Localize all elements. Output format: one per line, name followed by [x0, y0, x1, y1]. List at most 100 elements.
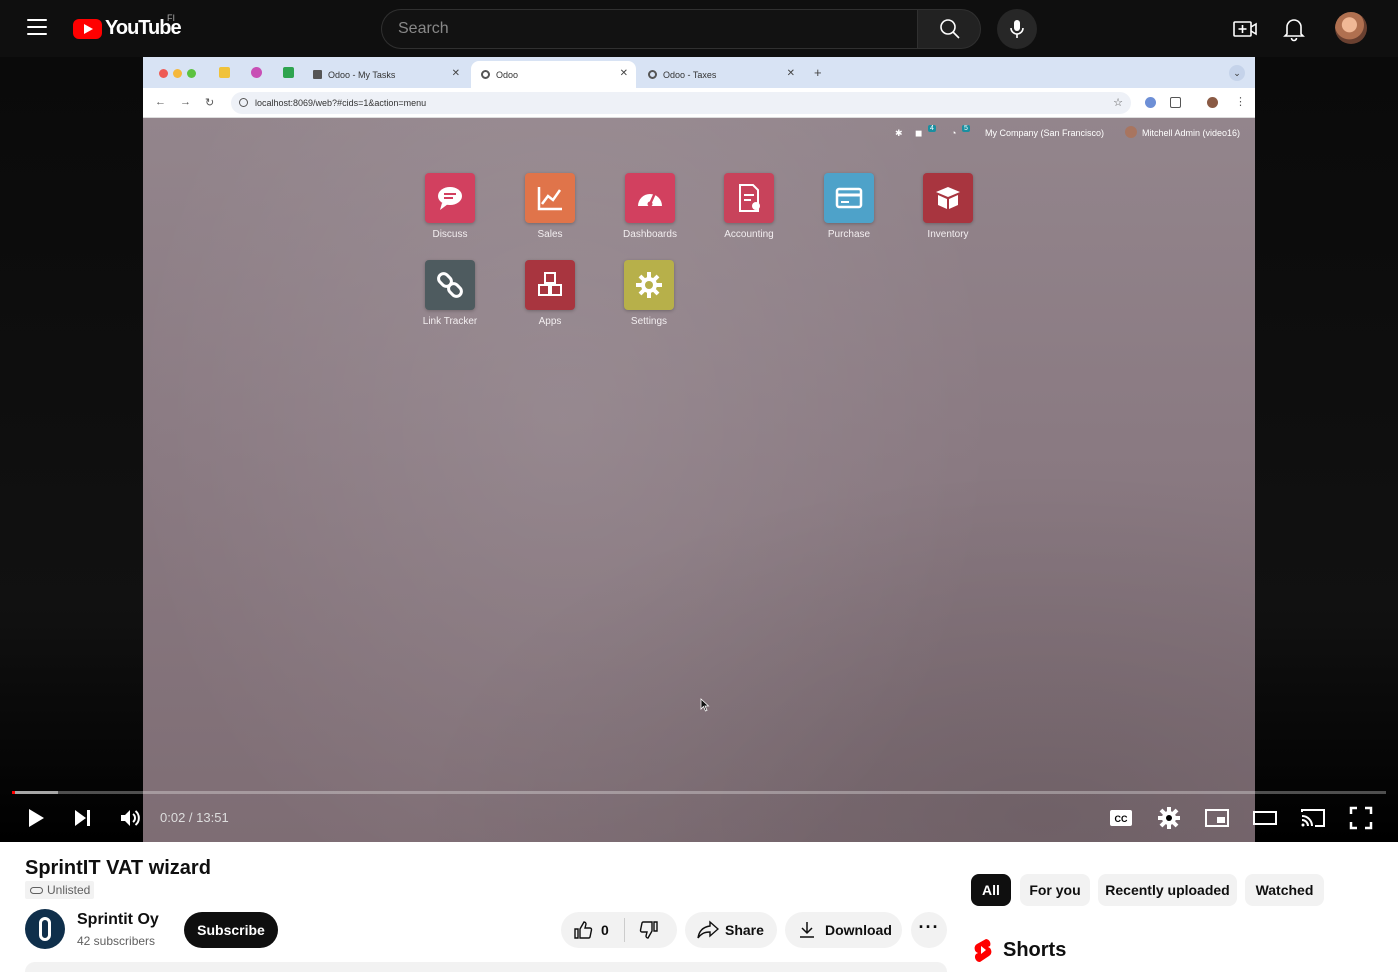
share-label: Share — [725, 922, 764, 938]
shorts-shelf-header: Shorts — [973, 938, 1066, 962]
zoom-window-dot — [187, 69, 196, 78]
app-tile — [724, 173, 774, 223]
play-button[interactable] — [17, 802, 53, 834]
tab-favicon-icon — [313, 70, 322, 79]
app-tile — [923, 173, 973, 223]
search-icon — [940, 19, 960, 39]
tab-favicon-icon — [648, 70, 657, 79]
more-horizontal-icon: ··· — [918, 916, 940, 937]
search-button[interactable] — [917, 9, 981, 49]
card-icon — [835, 187, 863, 209]
close-window-dot — [159, 69, 168, 78]
fullscreen-icon — [1349, 806, 1373, 830]
tab-search-chevron-icon: ⌄ — [1229, 65, 1245, 81]
share-button[interactable]: Share — [685, 912, 777, 948]
app-tile — [425, 173, 475, 223]
profile-icon — [1207, 97, 1218, 108]
browser-tab-strip: Odoo - My Tasks ✕ Odoo ✕ Odoo - Taxes ✕ … — [143, 57, 1255, 88]
video-player[interactable]: Odoo - My Tasks ✕ Odoo ✕ Odoo - Taxes ✕ … — [0, 57, 1398, 842]
download-label: Download — [825, 922, 892, 938]
settings-button[interactable] — [1151, 802, 1187, 834]
new-tab-icon: + — [814, 65, 822, 80]
cubes-icon — [538, 272, 562, 296]
app-tile — [425, 260, 475, 310]
mouse-cursor-icon — [700, 698, 710, 712]
share-icon — [697, 920, 719, 939]
puzzle-icon — [1170, 97, 1181, 108]
bookmark-star-icon: ☆ — [1113, 97, 1123, 109]
link-icon — [437, 272, 463, 298]
time-display: 0:02 / 13:51 — [160, 810, 229, 825]
dislike-button[interactable] — [625, 912, 677, 948]
app-link-tracker: Link Tracker — [410, 260, 490, 327]
link-icon — [30, 887, 43, 894]
cast-button[interactable] — [1295, 802, 1331, 834]
browser-tab: Odoo - Taxes ✕ — [638, 61, 803, 88]
more-actions-button[interactable]: ··· — [911, 912, 947, 948]
theater-mode-button[interactable] — [1247, 802, 1283, 834]
app-label: Sales — [537, 229, 563, 240]
app-discuss: Discuss — [410, 173, 490, 240]
youtube-logo[interactable]: YouTube FI — [73, 13, 182, 40]
account-avatar[interactable] — [1335, 12, 1367, 44]
browser-tab-active: Odoo ✕ — [471, 61, 636, 88]
player-letterbox-left — [0, 57, 143, 842]
app-inventory: Inventory — [908, 173, 988, 240]
download-button[interactable]: Download — [785, 912, 902, 948]
player-letterbox-right — [1255, 57, 1398, 842]
app-tile — [824, 173, 874, 223]
chip-for-you[interactable]: For you — [1020, 874, 1090, 906]
download-icon — [800, 922, 814, 938]
miniplayer-button[interactable] — [1199, 802, 1235, 834]
fullscreen-button[interactable] — [1343, 802, 1379, 834]
user-menu: Mitchell Admin (video16) — [1142, 128, 1241, 138]
video-frame: Odoo - My Tasks ✕ Odoo ✕ Odoo - Taxes ✕ … — [143, 57, 1255, 842]
messages-icon: ◼ — [915, 128, 923, 138]
app-settings: Settings — [609, 260, 689, 327]
app-label: Dashboards — [623, 229, 677, 240]
create-button[interactable] — [1232, 16, 1258, 42]
user-avatar — [1125, 126, 1137, 138]
menu-icon[interactable] — [27, 19, 47, 37]
chip-watched[interactable]: Watched — [1245, 874, 1324, 906]
notifications-button[interactable] — [1281, 16, 1307, 42]
messages-count: 4 — [928, 125, 936, 132]
next-button[interactable] — [65, 802, 101, 834]
pinned-tab-icon — [219, 67, 230, 78]
app-tile — [625, 173, 675, 223]
masthead: YouTube FI — [0, 0, 1398, 57]
chip-all[interactable]: All — [971, 874, 1011, 906]
mute-button[interactable] — [112, 802, 148, 834]
forward-arrow-icon: → — [180, 96, 191, 108]
address-url: localhost:8069/web?#cids=1&action=menu — [255, 98, 427, 108]
close-tab-icon: ✕ — [786, 68, 795, 79]
close-tab-icon: ✕ — [619, 68, 628, 79]
chip-recently-uploaded[interactable]: Recently uploaded — [1098, 874, 1237, 906]
app-label: Link Tracker — [422, 316, 478, 327]
youtube-play-icon — [73, 18, 102, 39]
theater-icon — [1253, 811, 1277, 825]
subtitles-button[interactable]: CC — [1103, 802, 1139, 834]
search-bar — [381, 9, 981, 49]
shorts-logo-icon — [974, 939, 992, 962]
description-box[interactable] — [25, 962, 947, 972]
app-tile — [525, 260, 575, 310]
back-arrow-icon: ← — [155, 96, 166, 108]
progress-bar[interactable] — [12, 791, 1386, 794]
subscribe-button[interactable]: Subscribe — [184, 912, 278, 948]
channel-logo-icon — [39, 917, 51, 941]
activities-icon: ◔ — [951, 128, 957, 138]
play-icon — [29, 809, 44, 827]
voice-search-button[interactable] — [997, 9, 1037, 49]
invoice-icon — [739, 184, 760, 212]
app-apps: Apps — [510, 260, 590, 327]
activities-count: 5 — [962, 125, 970, 132]
minimize-window-dot — [173, 69, 182, 78]
unlisted-badge: Unlisted — [25, 881, 95, 899]
search-input[interactable] — [381, 9, 917, 49]
channel-name[interactable]: Sprintit Oy — [77, 911, 159, 929]
like-button[interactable]: 0 — [561, 912, 624, 948]
app-accounting: Accounting — [709, 173, 789, 240]
skip-next-icon — [75, 810, 90, 826]
channel-avatar[interactable] — [25, 909, 65, 949]
